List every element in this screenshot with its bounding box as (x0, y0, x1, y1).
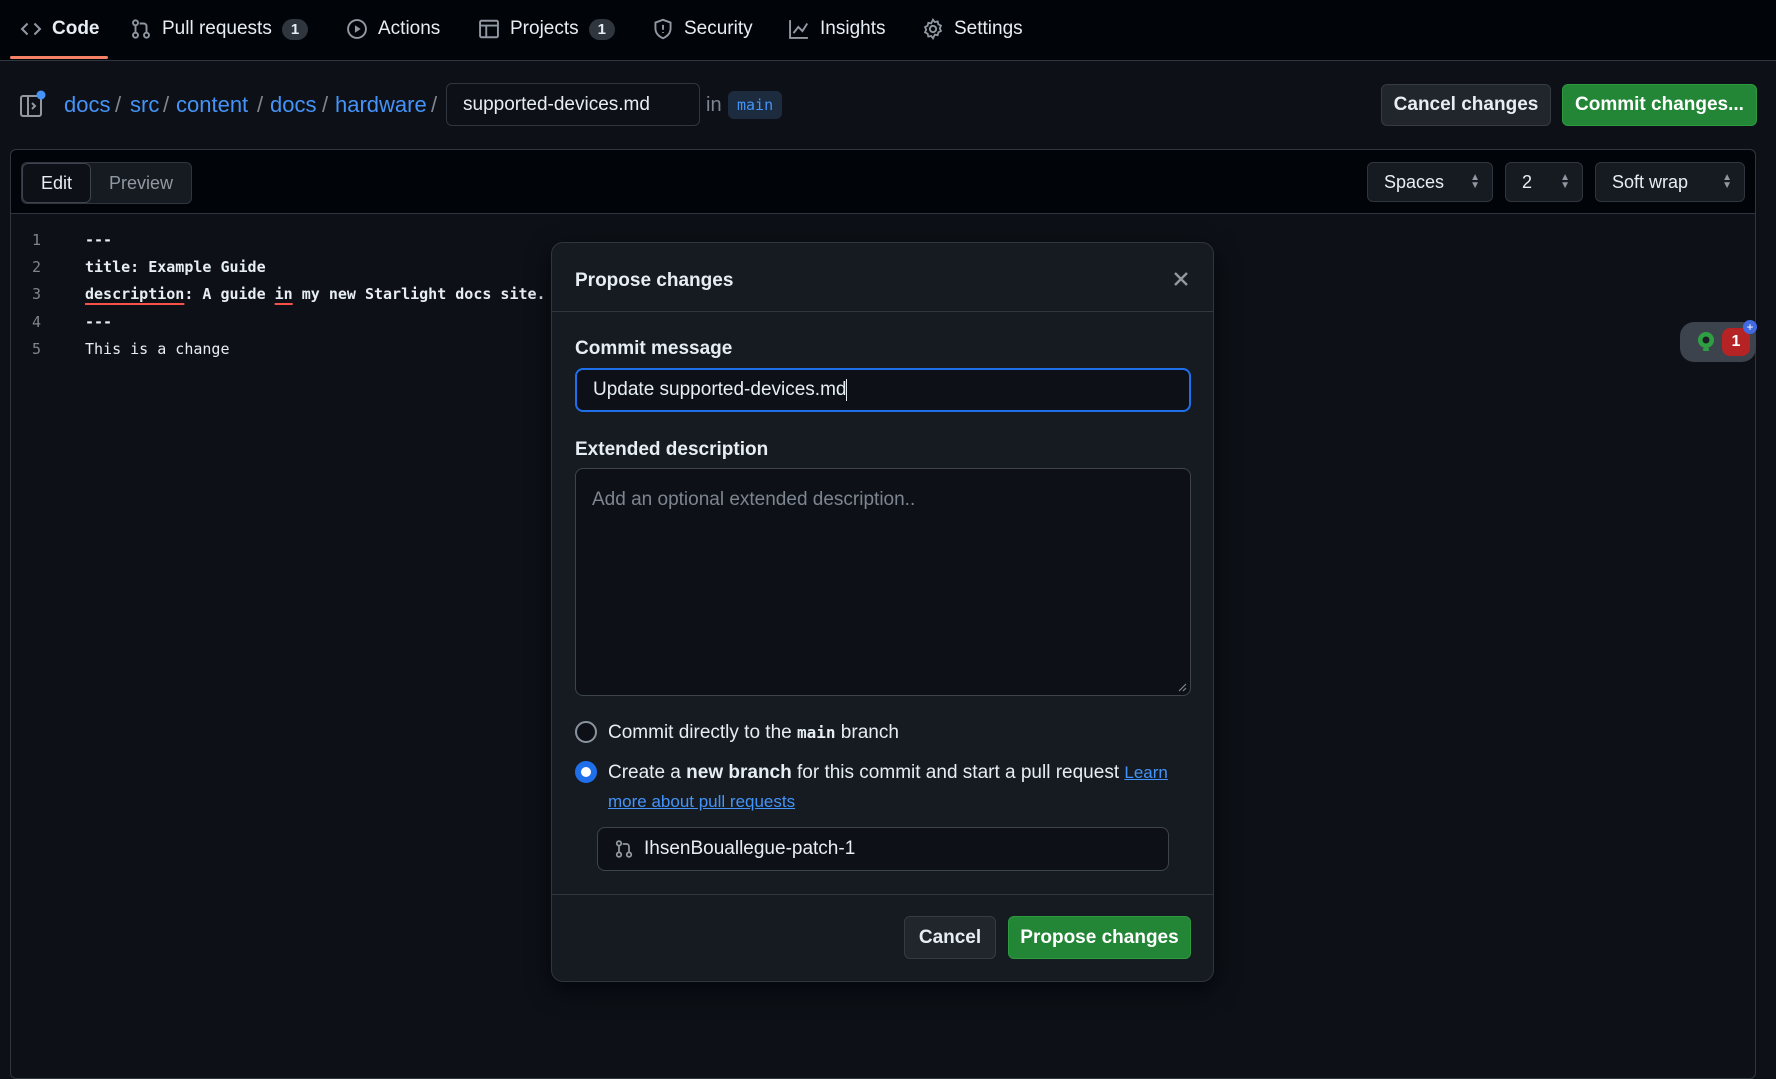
cancel-button[interactable]: Cancel (904, 916, 996, 959)
wrap-mode-select[interactable]: Soft wrap ▲ ▼ (1595, 162, 1745, 202)
commit-direct-option-label[interactable]: Commit directly to the main branch (608, 718, 899, 747)
option-text: Create a (608, 762, 687, 783)
resize-handle-icon[interactable] (1177, 682, 1187, 692)
in-label: in (706, 94, 722, 116)
extended-description-label: Extended description (575, 439, 769, 460)
option-text-bold: new branch (686, 762, 792, 783)
graph-icon (789, 20, 809, 39)
propose-changes-dialog: Propose changes Commit message Update su… (551, 242, 1214, 982)
indent-size-value: 2 (1522, 171, 1533, 192)
close-icon[interactable] (1169, 267, 1193, 291)
repo-nav: Code Pull requests 1 Actions Projects 1 … (0, 0, 1776, 61)
lightbulb-icon (1698, 332, 1714, 351)
git-pull-request-icon (132, 19, 150, 39)
commit-direct-radio[interactable] (575, 721, 597, 743)
propose-changes-button[interactable]: Propose changes (1008, 916, 1191, 959)
spelling-error-word: description (85, 285, 185, 303)
shield-icon (654, 18, 672, 40)
sidebar-toggle-icon (20, 90, 46, 117)
dialog-title: Propose changes (575, 270, 734, 291)
tab-label: Pull requests (162, 18, 272, 39)
code-icon (20, 22, 42, 36)
tab-projects[interactable]: Projects 1 (478, 0, 615, 58)
option-text: branch (835, 722, 899, 743)
editor-toolbar: Edit Preview Spaces ▲ ▼ 2 ▲ ▼ Soft wrap ▲ ▼ (11, 150, 1755, 214)
line-number: 4 (31, 313, 41, 331)
indent-mode-value: Spaces (1384, 171, 1445, 192)
cancel-changes-button[interactable]: Cancel changes (1381, 84, 1551, 126)
breadcrumb-separator: / (163, 92, 170, 117)
filename-input[interactable]: supported-devices.md (446, 83, 700, 126)
breadcrumb-separator: / (431, 92, 438, 117)
new-branch-name-value: IhsenBouallegue-patch-1 (644, 838, 856, 859)
wrap-mode-value: Soft wrap (1612, 171, 1689, 192)
tab-edit[interactable]: Edit (22, 163, 92, 203)
play-icon (347, 19, 367, 39)
tab-label: Settings (954, 18, 1023, 39)
extended-description-textarea[interactable]: Add an optional extended description.. (575, 468, 1191, 696)
active-tab-indicator (10, 56, 108, 59)
breadcrumb-separator: / (257, 92, 264, 117)
option-text: Commit directly to the (608, 722, 797, 743)
tab-code[interactable]: Code (20, 0, 100, 58)
table-icon (479, 19, 499, 39)
new-branch-option-label[interactable]: Create a new branch for this commit and … (608, 758, 1178, 816)
tab-preview[interactable]: Preview (91, 163, 191, 203)
option-text: for this commit and start a pull request (791, 762, 1125, 783)
line-number: 3 (31, 285, 41, 303)
tab-settings[interactable]: Settings (922, 0, 1023, 58)
select-caret-icon: ▲ ▼ (1470, 172, 1480, 191)
tab-label: Code (52, 18, 100, 39)
count-badge: 1 (588, 18, 615, 40)
tab-label: Security (684, 18, 753, 39)
text-caret (846, 379, 848, 401)
git-pull-request-icon (615, 840, 633, 858)
new-branch-name-input[interactable]: IhsenBouallegue-patch-1 (597, 827, 1169, 871)
extension-widget[interactable]: 1 + (1680, 320, 1757, 362)
code-line[interactable]: --- (85, 313, 112, 331)
code-line[interactable]: description: A guide in my new Starlight… (85, 285, 546, 303)
breadcrumb-docs[interactable]: docs (64, 92, 110, 118)
branch-name-pill: main (728, 91, 783, 119)
plus-icon: + (1743, 320, 1757, 334)
breadcrumb-docs-2[interactable]: docs (270, 92, 316, 118)
tab-label: Insights (820, 18, 886, 39)
spelling-error-word: in (274, 285, 293, 303)
count-badge: 1 (281, 18, 309, 40)
breadcrumb-hardware[interactable]: hardware (335, 92, 427, 118)
commit-message-label: Commit message (575, 338, 733, 359)
branch-name-code: main (797, 723, 836, 742)
tab-security[interactable]: Security (652, 0, 753, 58)
line-number: 1 (31, 231, 41, 249)
indent-mode-select[interactable]: Spaces ▲ ▼ (1367, 162, 1493, 202)
breadcrumb-content[interactable]: content (176, 92, 248, 118)
file-tree-toggle[interactable] (20, 90, 46, 118)
edit-preview-toggle: Edit Preview (21, 162, 193, 204)
breadcrumb-separator: / (115, 92, 122, 117)
indent-size-select[interactable]: 2 ▲ ▼ (1505, 162, 1583, 202)
breadcrumb-src[interactable]: src (130, 92, 159, 118)
extended-description-placeholder: Add an optional extended description.. (592, 489, 916, 510)
code-line[interactable]: --- (85, 231, 112, 249)
new-branch-radio[interactable] (575, 761, 597, 783)
tab-pull-requests[interactable]: Pull requests 1 (130, 0, 309, 58)
divider (552, 311, 1213, 312)
select-caret-icon: ▲ ▼ (1560, 172, 1570, 191)
select-caret-icon: ▲ ▼ (1722, 172, 1732, 191)
breadcrumb-separator: / (322, 92, 329, 117)
code-line[interactable]: This is a change (85, 340, 230, 358)
commit-message-value: Update supported-devices.md (593, 379, 847, 400)
commit-message-input[interactable]: Update supported-devices.md (575, 368, 1191, 412)
commit-changes-button[interactable]: Commit changes... (1562, 84, 1757, 126)
tab-actions[interactable]: Actions (346, 0, 440, 58)
divider (552, 894, 1213, 895)
tab-label: Actions (378, 18, 441, 39)
code-line[interactable]: title: Example Guide (85, 258, 266, 276)
line-number: 2 (31, 258, 41, 276)
gear-icon (923, 18, 943, 40)
tab-insights[interactable]: Insights (788, 0, 885, 58)
tab-label: Projects (510, 18, 579, 39)
line-number: 5 (31, 340, 41, 358)
